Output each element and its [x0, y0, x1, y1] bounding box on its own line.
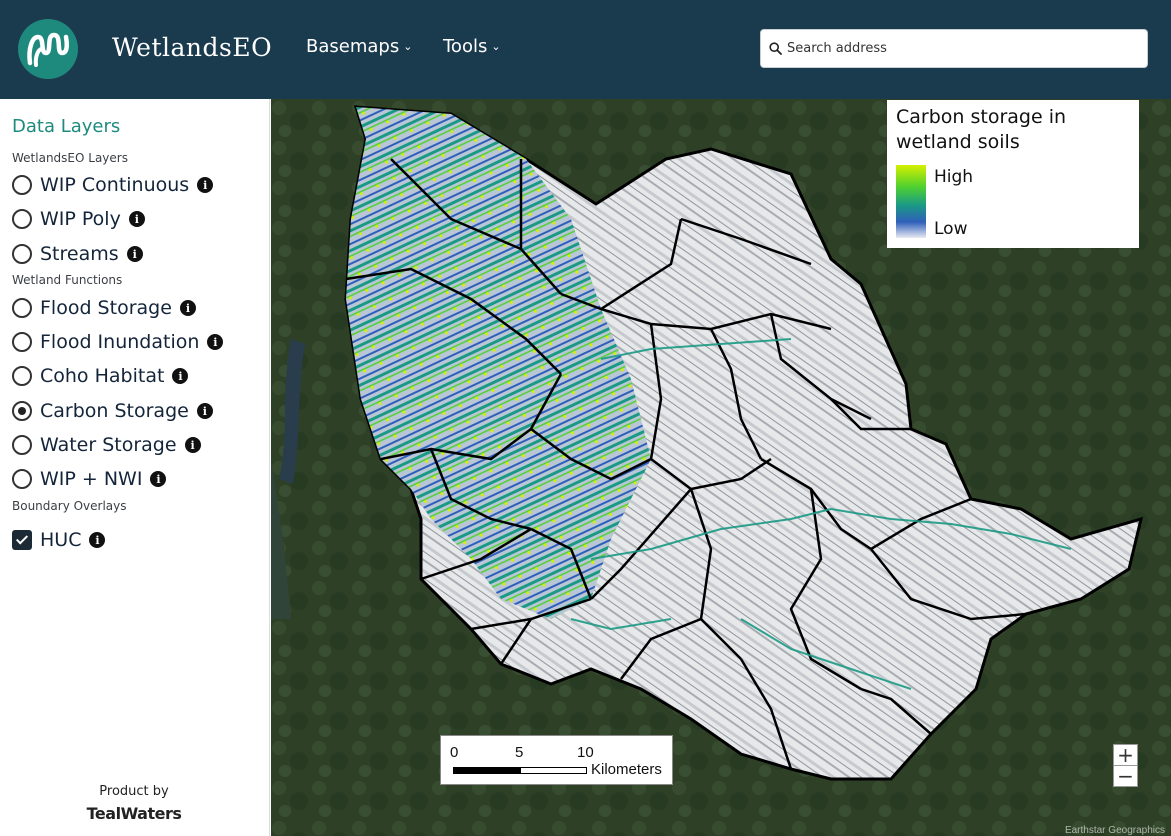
chevron-down-icon: ⌄	[403, 40, 413, 53]
info-icon[interactable]: i	[207, 334, 224, 350]
layer-coho-habitat[interactable]: Coho Habitat i	[12, 363, 189, 389]
layer-carbon-storage[interactable]: Carbon Storage i	[12, 398, 213, 424]
basemaps-menu-label: Basemaps	[306, 36, 400, 57]
scale-tick-label: 10	[577, 744, 594, 761]
legend-high-label: High	[934, 167, 974, 187]
scale-segment-white	[520, 767, 587, 774]
radio-button[interactable]	[12, 298, 32, 318]
layer-wip-poly[interactable]: WIP Poly i	[12, 206, 145, 232]
search-icon	[769, 42, 782, 55]
layer-streams[interactable]: Streams i	[12, 241, 143, 267]
chevron-down-icon: ⌄	[491, 40, 501, 53]
layer-label: HUC	[40, 529, 82, 551]
radio-button[interactable]	[12, 175, 32, 195]
radio-button[interactable]	[12, 209, 32, 229]
radio-button[interactable]	[12, 332, 32, 352]
tools-menu[interactable]: Tools ⌄	[443, 36, 501, 57]
layer-flood-storage[interactable]: Flood Storage i	[12, 295, 196, 321]
radio-button[interactable]	[12, 366, 32, 386]
info-icon[interactable]: i	[196, 403, 213, 419]
zoom-in-button[interactable]: +	[1113, 744, 1138, 766]
layer-water-storage[interactable]: Water Storage i	[12, 432, 201, 458]
search-box	[760, 29, 1148, 68]
radio-button[interactable]	[12, 435, 32, 455]
layer-label: WIP Poly	[40, 208, 121, 230]
legend-title: Carbon storage in wetland soils	[896, 106, 1067, 153]
info-icon[interactable]: i	[172, 368, 189, 384]
basemaps-menu[interactable]: Basemaps ⌄	[306, 36, 412, 57]
scale-tick-label: 0	[450, 744, 459, 761]
radio-button-selected[interactable]	[12, 401, 32, 421]
tealwaters-logo[interactable]: TealWaters	[0, 804, 268, 823]
layer-label: Flood Storage	[40, 297, 172, 319]
map-attribution: Earthstar Geographics	[1064, 825, 1165, 836]
group-heading-boundary-overlays: Boundary Overlays	[12, 499, 127, 513]
info-icon[interactable]: i	[184, 437, 201, 453]
data-layers-sidebar: Data Layers WetlandsEO Layers WIP Contin…	[0, 99, 270, 836]
legend-low-label: Low	[934, 219, 968, 239]
layer-label: WIP + NWI	[40, 468, 143, 490]
zoom-out-button[interactable]: −	[1113, 765, 1138, 787]
layer-label: Flood Inundation	[40, 331, 200, 353]
scale-tick-label: 5	[515, 744, 524, 761]
info-icon[interactable]: i	[126, 246, 143, 262]
layer-label: Coho Habitat	[40, 365, 165, 387]
layer-label: Streams	[40, 243, 119, 265]
layer-wip-continuous[interactable]: WIP Continuous i	[12, 172, 214, 198]
app-logo-icon[interactable]	[18, 19, 78, 79]
layer-huc[interactable]: HUC i	[12, 527, 106, 553]
info-icon[interactable]: i	[150, 471, 167, 487]
checkbox-checked[interactable]	[12, 530, 32, 550]
map-canvas[interactable]: Carbon storage in wetland soils High Low…	[271, 99, 1171, 836]
info-icon[interactable]: i	[179, 300, 196, 316]
layer-label: Carbon Storage	[40, 400, 189, 422]
radio-button[interactable]	[12, 469, 32, 489]
app-title: WetlandsEO	[112, 33, 273, 62]
layer-wip-nwi[interactable]: WIP + NWI i	[12, 466, 167, 492]
layer-label: Water Storage	[40, 434, 177, 456]
group-heading-wetland-functions: Wetland Functions	[12, 273, 123, 287]
layer-label: WIP Continuous	[40, 174, 190, 196]
info-icon[interactable]: i	[197, 177, 214, 193]
scale-unit-label: Kilometers	[591, 761, 662, 778]
legend-color-ramp	[896, 165, 926, 238]
map-legend: Carbon storage in wetland soils High Low	[887, 100, 1139, 248]
scale-bar: 0 5 10 Kilometers	[440, 735, 673, 785]
group-heading-wetlandseo-layers: WetlandsEO Layers	[12, 151, 128, 165]
layer-flood-inundation[interactable]: Flood Inundation i	[12, 329, 224, 355]
wavy-stream-logo-icon	[27, 32, 70, 67]
info-icon[interactable]: i	[89, 532, 106, 548]
radio-button[interactable]	[12, 244, 32, 264]
search-address-input[interactable]	[787, 30, 1142, 67]
scale-segment-black	[453, 767, 520, 774]
top-header-bar: WetlandsEO Basemaps ⌄ Tools ⌄	[0, 0, 1171, 99]
info-icon[interactable]: i	[128, 211, 145, 227]
product-by-label: Product by	[99, 784, 169, 799]
tools-menu-label: Tools	[443, 36, 488, 57]
sidebar-title: Data Layers	[12, 116, 121, 137]
